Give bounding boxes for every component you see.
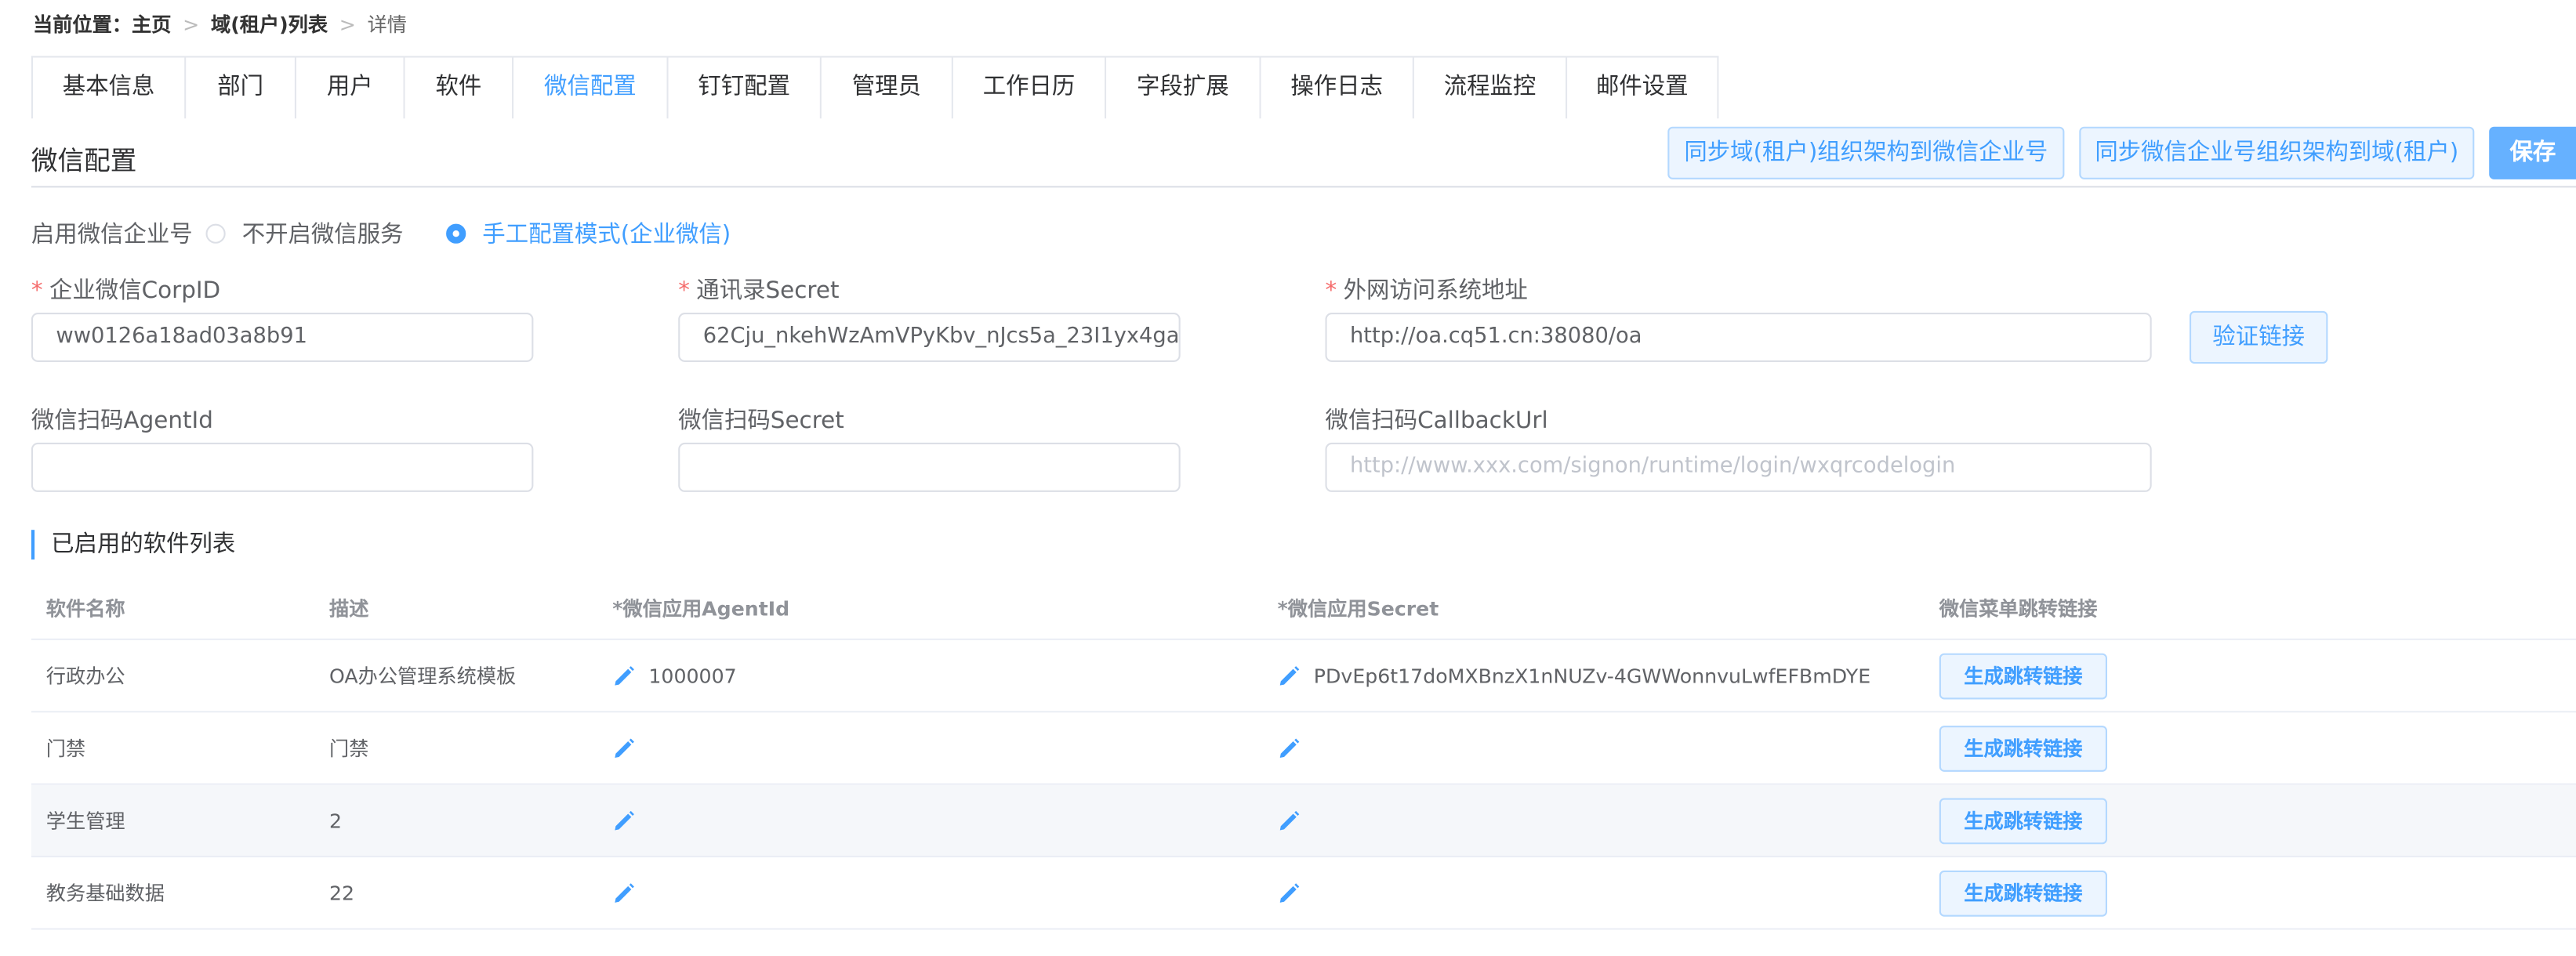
required-mark: * bbox=[678, 277, 690, 305]
enable-wechat-radio-group: 启用微信企业号 不开启微信服务 手工配置模式(企业微信) bbox=[31, 217, 774, 250]
required-mark: * bbox=[31, 277, 43, 305]
tab-work-calendar[interactable]: 工作日历 bbox=[952, 57, 1107, 119]
tab-bar: 基本信息 部门 用户 软件 微信配置 钉钉配置 管理员 工作日历 字段扩展 操作… bbox=[31, 56, 1719, 119]
scan-secret-input[interactable] bbox=[678, 442, 1181, 492]
agent-id-cell[interactable] bbox=[612, 712, 648, 783]
pencil-icon[interactable] bbox=[612, 737, 635, 759]
scan-callback-label: 微信扫码CallbackUrl bbox=[1325, 407, 1548, 435]
contact-secret-label: * 通讯录Secret bbox=[678, 277, 840, 305]
enable-wechat-label: 启用微信企业号 bbox=[31, 222, 193, 249]
save-button[interactable]: 保存 bbox=[2489, 126, 2576, 179]
pencil-icon[interactable] bbox=[1278, 882, 1301, 904]
pencil-icon[interactable] bbox=[612, 664, 635, 686]
secret-value: PDvEp6t17doMXBnzX1nNUZv-4GWWonnvuLwfEFBm… bbox=[1313, 664, 1871, 687]
breadcrumb-separator: > bbox=[183, 13, 200, 37]
software-description: OA办公管理系统模板 bbox=[328, 664, 517, 688]
outer-url-label: * 外网访问系统地址 bbox=[1325, 277, 1528, 305]
generate-link-button[interactable]: 生成跳转链接 bbox=[1939, 725, 2108, 771]
agent-id-cell[interactable]: 1000007 bbox=[612, 640, 737, 711]
table-row: 学生管理 2 生成跳转链接 bbox=[31, 784, 2576, 858]
tab-software[interactable]: 软件 bbox=[405, 57, 514, 119]
scan-agent-id-input[interactable] bbox=[31, 442, 534, 492]
tab-mail-settings[interactable]: 邮件设置 bbox=[1567, 57, 1718, 119]
agent-id-cell[interactable] bbox=[612, 857, 648, 928]
tab-process-monitor[interactable]: 流程监控 bbox=[1413, 57, 1568, 119]
tab-field-extension[interactable]: 字段扩展 bbox=[1106, 57, 1261, 119]
software-description: 22 bbox=[328, 881, 355, 904]
sync-from-wechat-button[interactable]: 同步微信企业号组织架构到域(租户) bbox=[2079, 126, 2475, 179]
tab-admins[interactable]: 管理员 bbox=[821, 57, 953, 119]
enabled-software-list-title: 已启用的软件列表 bbox=[31, 530, 235, 559]
tab-department[interactable]: 部门 bbox=[186, 57, 296, 119]
tab-operation-log[interactable]: 操作日志 bbox=[1261, 57, 1414, 119]
sync-to-wechat-button[interactable]: 同步域(租户)组织架构到微信企业号 bbox=[1667, 126, 2065, 179]
breadcrumb-tenant-list[interactable]: 域(租户)列表 bbox=[211, 13, 328, 36]
software-name: 行政办公 bbox=[45, 664, 125, 688]
generate-link-button[interactable]: 生成跳转链接 bbox=[1939, 652, 2108, 699]
radio-checked-icon bbox=[446, 223, 466, 244]
breadcrumb-home[interactable]: 主页 bbox=[132, 13, 171, 36]
secret-cell[interactable] bbox=[1278, 785, 1314, 856]
outer-url-input[interactable]: http://oa.cq51.cn:38080/oa bbox=[1325, 312, 2152, 362]
pencil-icon[interactable] bbox=[1278, 809, 1301, 831]
software-description: 门禁 bbox=[328, 737, 369, 761]
software-name: 教务基础数据 bbox=[45, 882, 165, 905]
generate-link-button[interactable]: 生成跳转链接 bbox=[1939, 869, 2108, 916]
radio-manual-config-label: 手工配置模式(企业微信) bbox=[482, 222, 731, 249]
contact-secret-input[interactable]: 62Cju_nkehWzAmVPyKbv_nJcs5a_23I1yx4gaRn: bbox=[678, 312, 1181, 362]
section-title: 微信配置 bbox=[31, 144, 137, 176]
secret-cell[interactable] bbox=[1278, 712, 1314, 783]
scan-agent-id-label: 微信扫码AgentId bbox=[31, 407, 213, 435]
pencil-icon[interactable] bbox=[1278, 737, 1301, 759]
secret-cell[interactable] bbox=[1278, 857, 1314, 928]
software-description: 2 bbox=[328, 809, 343, 832]
agent-id-value: 1000007 bbox=[648, 664, 737, 687]
header-secret: *微信应用Secret bbox=[1277, 596, 1439, 620]
header-description: 描述 bbox=[328, 596, 369, 620]
verify-link-button[interactable]: 验证链接 bbox=[2189, 310, 2328, 364]
required-mark: * bbox=[1325, 277, 1337, 305]
generate-link-button[interactable]: 生成跳转链接 bbox=[1939, 797, 2108, 844]
corp-id-label: * 企业微信CorpID bbox=[31, 277, 221, 305]
pencil-icon[interactable] bbox=[1278, 664, 1301, 686]
secret-cell[interactable]: PDvEp6t17doMXBnzX1nNUZv-4GWWonnvuLwfEFBm… bbox=[1278, 640, 1871, 711]
header-agent-id: *微信应用AgentId bbox=[612, 596, 790, 620]
table-row: 门禁 门禁 生成跳转链接 bbox=[31, 712, 2576, 785]
breadcrumb-current: 详情 bbox=[367, 13, 408, 37]
breadcrumb-prefix: 当前位置： bbox=[33, 13, 132, 37]
header-software-name: 软件名称 bbox=[45, 596, 125, 620]
breadcrumb-separator: > bbox=[339, 13, 356, 37]
table-header-row: 软件名称 描述 *微信应用AgentId *微信应用Secret 微信菜单跳转链… bbox=[31, 576, 2576, 640]
corp-id-input[interactable]: ww0126a18ad03a8b91 bbox=[31, 312, 534, 362]
divider bbox=[31, 186, 2576, 188]
scan-callback-input[interactable]: http://www.xxx.com/signon/runtime/login/… bbox=[1325, 442, 2152, 492]
pencil-icon[interactable] bbox=[612, 882, 635, 904]
pencil-icon[interactable] bbox=[612, 809, 635, 831]
radio-circle-icon bbox=[205, 223, 226, 244]
radio-manual-config[interactable]: 手工配置模式(企业微信) bbox=[446, 217, 731, 250]
table-row: 行政办公 OA办公管理系统模板 1000007 PDvEp6t17doMXBnz… bbox=[31, 640, 2576, 713]
tab-users[interactable]: 用户 bbox=[296, 57, 405, 119]
tab-dingtalk-config[interactable]: 钉钉配置 bbox=[668, 57, 822, 119]
radio-disable-wechat-label: 不开启微信服务 bbox=[241, 222, 404, 249]
header-menu-link: 微信菜单跳转链接 bbox=[1939, 596, 2098, 620]
scan-secret-label: 微信扫码Secret bbox=[678, 407, 844, 435]
tab-basic-info[interactable]: 基本信息 bbox=[33, 57, 187, 119]
radio-disable-wechat[interactable]: 不开启微信服务 bbox=[205, 217, 404, 250]
tab-wechat-config[interactable]: 微信配置 bbox=[513, 57, 669, 119]
agent-id-cell[interactable] bbox=[612, 785, 648, 856]
breadcrumb: 当前位置：主页 > 域(租户)列表 > 详情 bbox=[33, 10, 407, 38]
software-name: 学生管理 bbox=[45, 809, 125, 833]
software-name: 门禁 bbox=[45, 737, 86, 761]
software-table: 软件名称 描述 *微信应用AgentId *微信应用Secret 微信菜单跳转链… bbox=[31, 576, 2576, 930]
table-row: 教务基础数据 22 生成跳转链接 bbox=[31, 857, 2576, 930]
